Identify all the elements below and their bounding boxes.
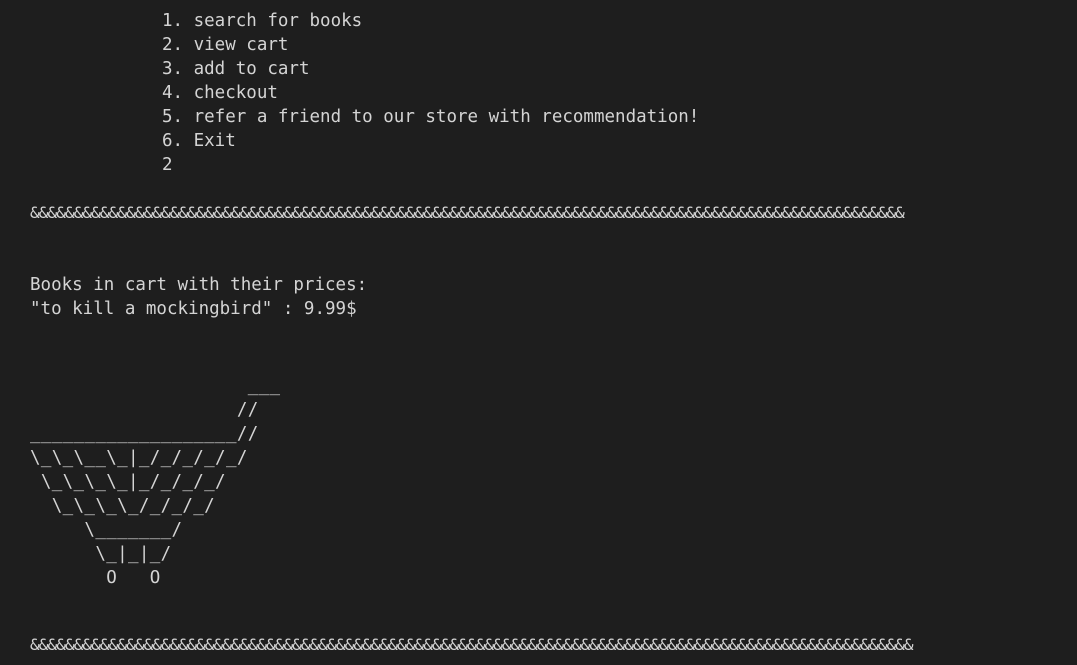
menu-item-view-cart: 2. view cart xyxy=(162,35,289,55)
user-input-echo: 2 xyxy=(162,155,173,175)
menu-item-refer-friend: 5. refer a friend to our store with reco… xyxy=(162,107,700,127)
menu-item-exit: 6. Exit xyxy=(162,131,236,151)
separator-bottom: &&&&&&&&&&&&&&&&&&&&&&&&&&&&&&&&&&&&&&&&… xyxy=(30,635,914,654)
separator-top: &&&&&&&&&&&&&&&&&&&&&&&&&&&&&&&&&&&&&&&&… xyxy=(30,203,905,222)
terminal-output[interactable]: 1. search for books 2. view cart 3. add … xyxy=(0,0,1077,665)
menu-item-checkout: 4. checkout xyxy=(162,83,278,103)
terminal-bottom-edge xyxy=(0,660,1077,665)
cart-heading: Books in cart with their prices: xyxy=(30,275,368,295)
cart-item: "to kill a mockingbird" : 9.99$ xyxy=(30,299,357,319)
menu-item-search: 1. search for books xyxy=(162,11,363,31)
menu-item-add-to-cart: 3. add to cart xyxy=(162,59,310,79)
shopping-cart-ascii-art: ___ // ___________________// \_\_\__\_|_… xyxy=(30,376,281,588)
